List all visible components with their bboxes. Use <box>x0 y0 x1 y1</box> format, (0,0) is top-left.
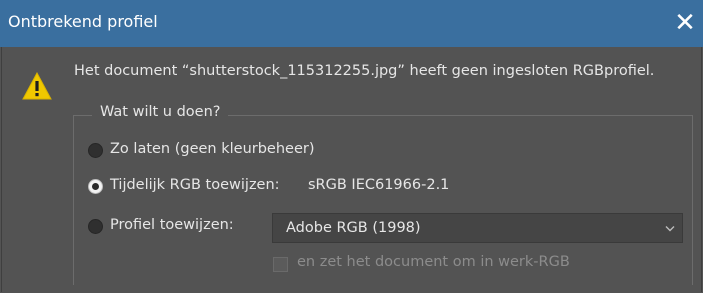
missing-profile-message: Het document “shutterstock_115312255.jpg… <box>74 63 655 79</box>
profile-select-value: Adobe RGB (1998) <box>286 220 421 236</box>
radio-assign-temp-rgb[interactable] <box>88 179 103 194</box>
option-label-leave-as-is[interactable]: Zo laten (geen kleurbeheer) <box>110 141 315 157</box>
option-label-assign-temp-rgb[interactable]: Tijdelijk RGB toewijzen: <box>110 177 280 193</box>
warning-icon <box>22 72 52 100</box>
chevron-down-icon <box>665 226 675 232</box>
close-icon: ✕ <box>674 8 696 38</box>
radio-assign-profile[interactable] <box>88 219 103 234</box>
working-rgb-profile-value: sRGB IEC61966-2.1 <box>308 177 450 193</box>
option-label-assign-profile[interactable]: Profiel toewijzen: <box>110 217 234 233</box>
options-group-legend: Wat wilt u doen? <box>92 104 229 120</box>
title-bar: Ontbrekend profiel ✕ <box>0 0 703 47</box>
radio-leave-as-is[interactable] <box>88 143 103 158</box>
profile-select[interactable]: Adobe RGB (1998) <box>272 213 683 243</box>
convert-to-working-rgb-checkbox[interactable] <box>273 257 288 272</box>
convert-to-working-rgb-label: en zet het document om in werk-RGB <box>297 254 570 270</box>
close-button[interactable]: ✕ <box>670 6 700 40</box>
dialog-title: Ontbrekend profiel <box>8 12 158 31</box>
